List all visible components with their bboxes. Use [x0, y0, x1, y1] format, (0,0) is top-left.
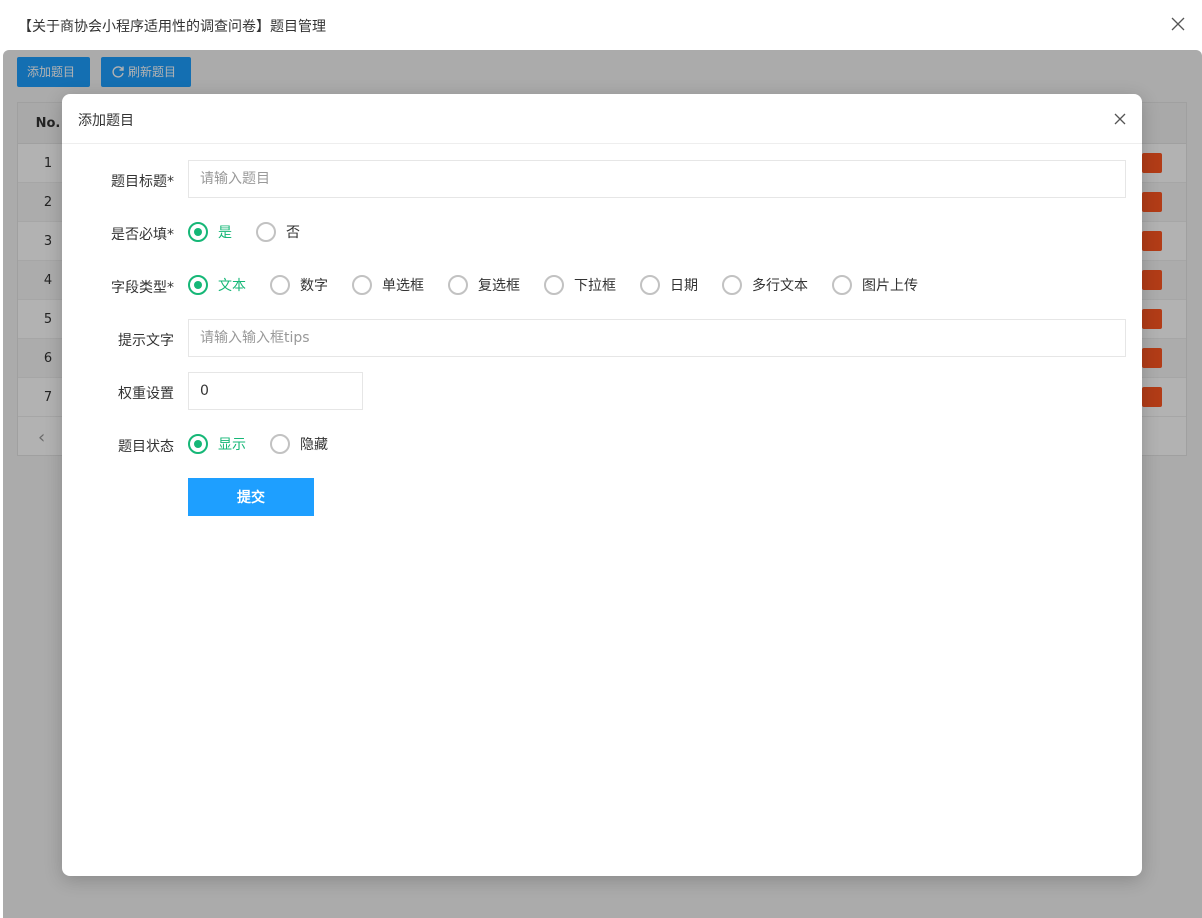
modal-close-icon[interactable]	[1112, 111, 1128, 127]
status-radio-group: 显示 隐藏	[188, 434, 352, 454]
type-multi-choice-label: 复选框	[478, 278, 520, 294]
radio-unchecked-icon	[640, 275, 660, 295]
type-single-choice-label: 单选框	[382, 278, 424, 294]
radio-checked-icon	[188, 222, 208, 242]
type-image-upload-label: 图片上传	[862, 278, 918, 294]
status-show-radio[interactable]: 显示	[188, 434, 246, 454]
required-no-label: 否	[286, 225, 300, 241]
weight-input[interactable]	[188, 372, 363, 410]
required-field-label: 是否必填*	[111, 227, 174, 243]
type-textarea-radio[interactable]: 多行文本	[722, 275, 808, 295]
radio-unchecked-icon	[270, 434, 290, 454]
type-text-radio[interactable]: 文本	[188, 275, 246, 295]
type-textarea-label: 多行文本	[752, 278, 808, 294]
add-question-modal: 添加题目 题目标题* 是否必填* 是 否 字段类型* 文本 数字 单选框	[62, 94, 1142, 876]
required-radio-group: 是 否	[188, 222, 324, 242]
radio-unchecked-icon	[832, 275, 852, 295]
weight-field-label: 权重设置	[118, 386, 174, 402]
type-image-upload-radio[interactable]: 图片上传	[832, 275, 918, 295]
status-field-label: 题目状态	[118, 439, 174, 455]
radio-checked-icon	[188, 275, 208, 295]
title-field-label: 题目标题*	[111, 174, 174, 190]
required-no-radio[interactable]: 否	[256, 222, 300, 242]
type-radio-group: 文本 数字 单选框 复选框 下拉框 日期 多行文本 图片上传	[188, 275, 942, 295]
type-dropdown-radio[interactable]: 下拉框	[544, 275, 616, 295]
type-date-radio[interactable]: 日期	[640, 275, 698, 295]
tips-field-label: 提示文字	[118, 333, 174, 349]
window-header: 【关于商协会小程序适用性的调查问卷】题目管理	[0, 0, 1202, 50]
window-title: 【关于商协会小程序适用性的调查问卷】题目管理	[18, 19, 326, 35]
type-number-label: 数字	[300, 278, 328, 294]
type-single-choice-radio[interactable]: 单选框	[352, 275, 424, 295]
modal-header: 添加题目	[62, 94, 1142, 144]
modal-title: 添加题目	[78, 113, 134, 129]
type-number-radio[interactable]: 数字	[270, 275, 328, 295]
status-show-label: 显示	[218, 437, 246, 453]
radio-unchecked-icon	[256, 222, 276, 242]
submit-button[interactable]: 提交	[188, 478, 314, 516]
type-field-label: 字段类型*	[111, 280, 174, 296]
type-dropdown-label: 下拉框	[574, 278, 616, 294]
radio-checked-icon	[188, 434, 208, 454]
radio-unchecked-icon	[722, 275, 742, 295]
title-input[interactable]	[188, 160, 1126, 198]
type-text-label: 文本	[218, 278, 246, 294]
required-yes-label: 是	[218, 225, 232, 241]
radio-unchecked-icon	[448, 275, 468, 295]
status-hide-label: 隐藏	[300, 437, 328, 453]
radio-unchecked-icon	[352, 275, 372, 295]
tips-input[interactable]	[188, 319, 1126, 357]
radio-unchecked-icon	[270, 275, 290, 295]
radio-unchecked-icon	[544, 275, 564, 295]
status-hide-radio[interactable]: 隐藏	[270, 434, 328, 454]
required-yes-radio[interactable]: 是	[188, 222, 232, 242]
window-close-icon[interactable]	[1168, 14, 1188, 34]
type-multi-choice-radio[interactable]: 复选框	[448, 275, 520, 295]
type-date-label: 日期	[670, 278, 698, 294]
